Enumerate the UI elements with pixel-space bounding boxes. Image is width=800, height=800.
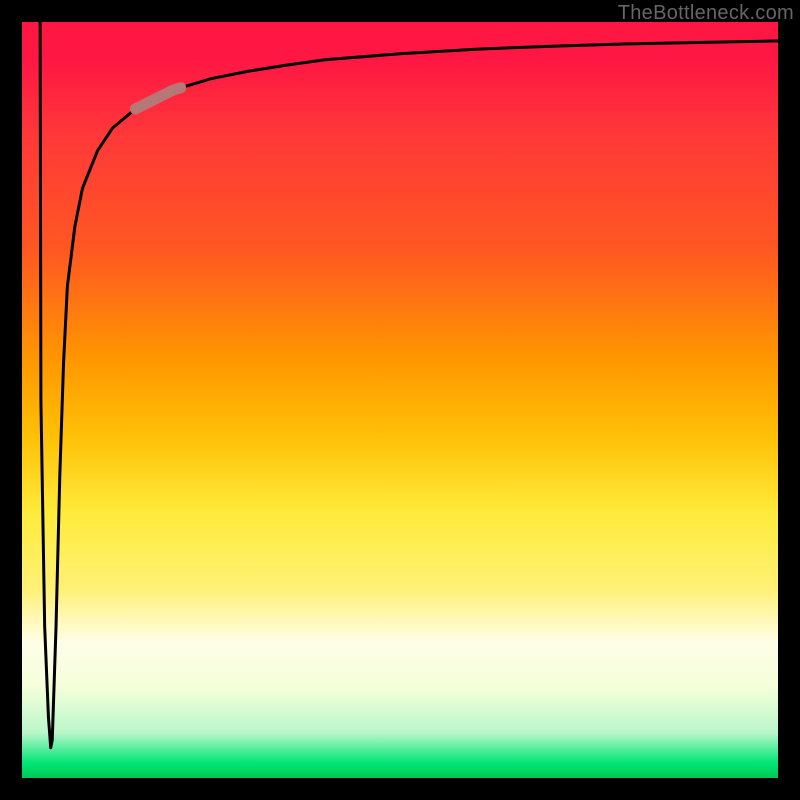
x-axis (18, 778, 782, 782)
highlight-svg (22, 22, 778, 778)
watermark-text: TheBottleneck.com (618, 2, 794, 25)
chart-container: TheBottleneck.com (0, 0, 800, 800)
curve-highlight-segment (135, 88, 180, 109)
